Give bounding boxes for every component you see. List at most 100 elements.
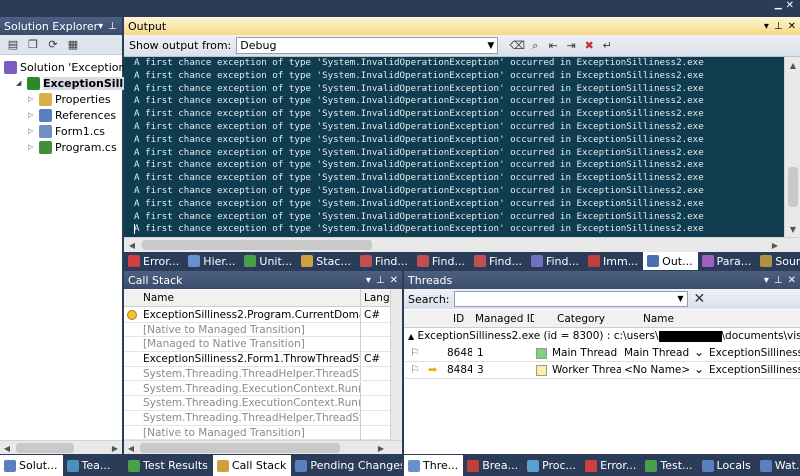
scroll-up-icon[interactable]: ▲ xyxy=(786,58,800,72)
minimize-icon[interactable]: ▁ xyxy=(775,0,782,16)
scroll-down-icon[interactable]: ▼ xyxy=(786,222,800,236)
clear-search-icon[interactable]: ✕ xyxy=(694,291,706,307)
expand-icon[interactable]: ▷ xyxy=(28,143,36,151)
output-source-select[interactable]: Debug ▼ xyxy=(236,37,499,54)
tab-unit[interactable]: Unit... xyxy=(240,252,297,270)
find-message-icon[interactable]: ⌕ xyxy=(526,37,544,55)
thread-group-header[interactable]: ▲ ExceptionSilliness2.exe (id = 8300) : … xyxy=(404,328,800,345)
tab-testresults[interactable]: Test Results xyxy=(124,455,213,476)
clear-all-icon[interactable]: ⌫ xyxy=(508,37,526,55)
column-header-category[interactable]: Category xyxy=(554,310,614,328)
tab-solut[interactable]: Solut... xyxy=(0,455,63,476)
tab-error[interactable]: Error... xyxy=(581,455,641,476)
table-row[interactable]: [Native to Managed Transition] xyxy=(124,425,390,441)
close-icon[interactable]: ✕ xyxy=(788,275,796,286)
tree-item[interactable]: ▷ Form1.cs xyxy=(28,123,105,139)
table-row[interactable]: ⚐ ➡ 8484 3 Worker Thread<No Name> ⌄ ExceptionS… xyxy=(404,362,800,379)
scroll-thumb[interactable] xyxy=(140,443,340,453)
tab-imm[interactable]: Imm... xyxy=(584,252,643,270)
pin-icon[interactable]: ⊥ xyxy=(774,21,783,32)
table-row[interactable]: ExceptionSilliness2.Program.CurrentDomai… xyxy=(124,308,390,323)
scroll-left-icon[interactable]: ◀ xyxy=(125,238,139,252)
table-row[interactable]: System.Threading.ExecutionContext.Run(ex… xyxy=(124,381,390,397)
tab-locals[interactable]: Locals xyxy=(698,455,756,476)
go-to-next-icon[interactable]: ⇥ xyxy=(562,37,580,55)
table-row[interactable]: ⚐ 8648 1 Main Thread Main Thread ⌄ ExceptionSi… xyxy=(404,345,800,362)
tree-item[interactable]: ◢ ExceptionSillin xyxy=(16,75,135,91)
dropdown-icon[interactable]: ▾ xyxy=(764,275,769,286)
dropdown-icon[interactable]: ▾ xyxy=(98,21,103,32)
chevron-down-icon[interactable]: ⌄ xyxy=(694,362,704,376)
table-row[interactable]: [Managed to Native Transition] xyxy=(124,337,390,353)
chevron-down-icon[interactable]: ⌄ xyxy=(694,345,704,359)
collapse-icon[interactable]: ▲ xyxy=(408,332,414,341)
scroll-thumb[interactable] xyxy=(16,443,74,453)
scroll-thumb[interactable] xyxy=(142,240,372,250)
column-header-lang[interactable]: Lang xyxy=(361,289,391,307)
scroll-right-icon[interactable]: ▶ xyxy=(768,238,782,252)
tree-item[interactable]: ▷ References xyxy=(28,107,116,123)
collapse-icon[interactable]: ◢ xyxy=(16,79,24,87)
tab-sour[interactable]: Sour... xyxy=(756,252,800,270)
tab-find[interactable]: Find... xyxy=(470,252,527,270)
tab-para[interactable]: Para... xyxy=(698,252,757,270)
scroll-left-icon[interactable]: ◀ xyxy=(0,441,14,455)
call-stack-vscrollbar[interactable] xyxy=(390,289,402,440)
view-code-icon[interactable]: ▦ xyxy=(64,36,82,54)
column-header-id[interactable]: ID xyxy=(450,310,470,328)
output-vscrollbar[interactable]: ▲ ▼ xyxy=(784,57,800,237)
tab-stac[interactable]: Stac... xyxy=(297,252,356,270)
flag-icon[interactable]: ⚐ xyxy=(410,346,420,359)
clear-icon[interactable]: ✖ xyxy=(580,37,598,55)
pin-icon[interactable]: ⊥ xyxy=(108,21,117,32)
tab-tea[interactable]: Tea... xyxy=(63,455,116,476)
call-stack-hscrollbar[interactable]: ◀ ▶ xyxy=(124,440,402,454)
table-row[interactable]: [Native to Managed Transition] xyxy=(124,322,390,338)
tree-item[interactable]: ▷ Program.cs xyxy=(28,139,117,155)
pin-icon[interactable]: ⊥ xyxy=(376,275,385,286)
tab-proc[interactable]: Proc... xyxy=(523,455,581,476)
pin-icon[interactable]: ⊥ xyxy=(774,275,783,286)
show-all-files-icon[interactable]: ❐ xyxy=(24,36,42,54)
expand-icon[interactable]: ▷ xyxy=(28,127,36,135)
tree-item[interactable]: ▷ Properties xyxy=(28,91,111,107)
tab-error[interactable]: Error... xyxy=(124,252,184,270)
column-header-name[interactable]: Name xyxy=(640,310,690,328)
scroll-right-icon[interactable]: ▶ xyxy=(374,441,388,455)
word-wrap-icon[interactable]: ↵ xyxy=(598,37,616,55)
table-row[interactable]: ExceptionSilliness2.Form1.ThrowThreadSta… xyxy=(124,352,390,367)
close-icon[interactable]: ✕ xyxy=(390,275,398,286)
close-icon[interactable]: ✕ xyxy=(786,0,794,16)
go-to-previous-icon[interactable]: ⇤ xyxy=(544,37,562,55)
tab-hier[interactable]: Hier... xyxy=(184,252,240,270)
tab-find[interactable]: Find... xyxy=(527,252,584,270)
output-hscrollbar[interactable]: ◀ ▶ xyxy=(124,237,800,252)
tab-out[interactable]: Out... xyxy=(643,252,698,270)
table-row[interactable]: System.Threading.ExecutionContext.Run(ex… xyxy=(124,396,390,411)
refresh-icon[interactable]: ⟳ xyxy=(44,36,62,54)
tab-brea[interactable]: Brea... xyxy=(463,455,523,476)
tab-find[interactable]: Find... xyxy=(356,252,413,270)
tree-item[interactable]: Solution 'Exception xyxy=(4,59,125,75)
tab-pendingchanges[interactable]: Pending Changes xyxy=(291,455,402,476)
output-text-area[interactable]: A first chance exception of type 'System… xyxy=(124,57,800,252)
tab-wat[interactable]: Wat... xyxy=(756,455,800,476)
column-header-managed-id[interactable]: Managed ID xyxy=(472,310,534,328)
tab-callstack[interactable]: Call Stack xyxy=(212,455,292,476)
tab-thre[interactable]: Thre... xyxy=(404,455,464,476)
tab-find[interactable]: Find... xyxy=(413,252,470,270)
column-header-name[interactable]: Name xyxy=(140,289,360,307)
scroll-left-icon[interactable]: ◀ xyxy=(124,441,138,455)
scroll-thumb[interactable] xyxy=(788,167,798,207)
expand-icon[interactable]: ▷ xyxy=(28,95,36,103)
table-row[interactable]: System.Threading.ThreadHelper.ThreadStar… xyxy=(124,410,390,426)
flag-icon[interactable]: ⚐ xyxy=(410,363,420,376)
close-icon[interactable]: ✕ xyxy=(788,21,796,32)
solution-explorer-hscrollbar[interactable]: ◀ ▶ xyxy=(0,440,122,454)
dropdown-icon[interactable]: ▾ xyxy=(764,21,769,32)
tab-test[interactable]: Test... xyxy=(641,455,697,476)
expand-icon[interactable]: ▷ xyxy=(28,111,36,119)
table-row[interactable]: System.Threading.ThreadHelper.ThreadStar… xyxy=(124,366,390,382)
scroll-right-icon[interactable]: ▶ xyxy=(108,441,122,455)
dropdown-icon[interactable]: ▾ xyxy=(366,275,371,286)
